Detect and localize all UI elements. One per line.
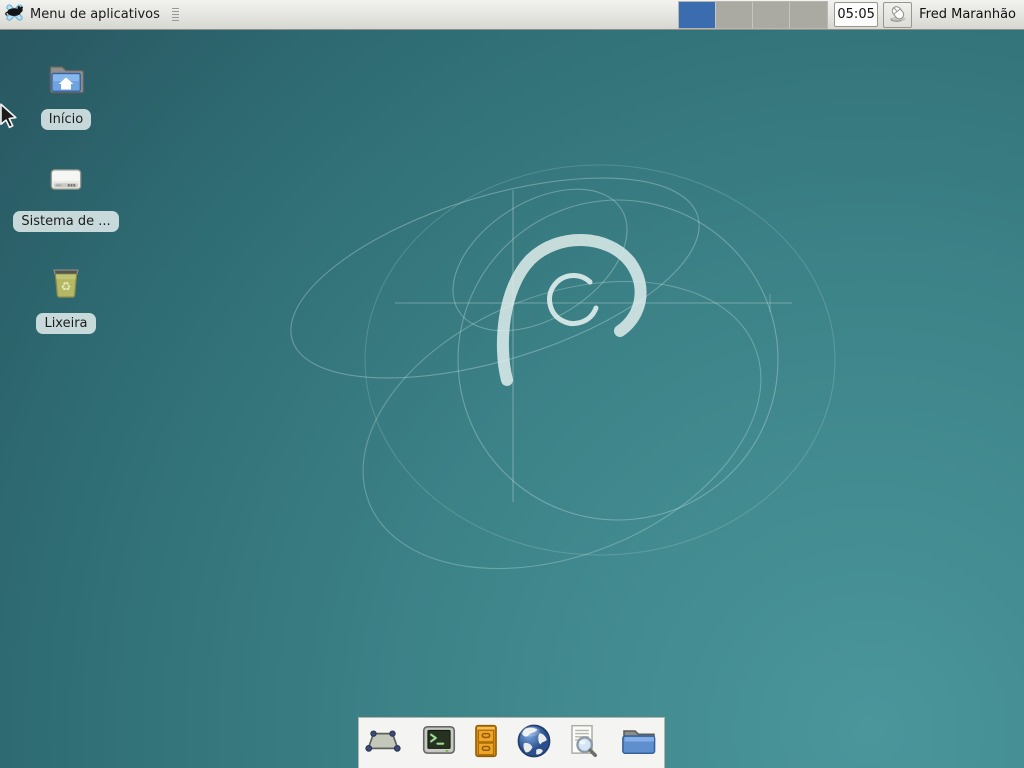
file-cabinet-button[interactable] <box>467 722 505 764</box>
top-panel: Menu de aplicativos 05:05 <box>0 0 1024 30</box>
applications-menu-label: Menu de aplicativos <box>30 7 160 22</box>
username-label[interactable]: Fred Maranhão <box>919 7 1016 22</box>
panel-grip-handle[interactable] <box>172 8 179 21</box>
desktop-icon-label: Lixeira <box>36 313 95 334</box>
show-desktop-icon <box>364 722 402 764</box>
file-cabinet-icon <box>467 722 505 764</box>
directory-menu-button[interactable] <box>619 722 659 764</box>
desktop-icon-label: Início <box>41 109 91 130</box>
applications-menu-button[interactable]: Menu de aplicativos <box>0 0 166 29</box>
desktop-icon-home[interactable]: Início <box>14 56 118 130</box>
globe-icon <box>514 721 554 765</box>
folder-icon <box>619 721 659 765</box>
application-finder-button[interactable] <box>563 722 601 764</box>
session-action-button[interactable] <box>883 2 912 28</box>
show-desktop-button[interactable] <box>364 722 402 764</box>
desktop-icon-filesystem[interactable]: Sistema de ... <box>14 158 118 232</box>
trash-can-icon: ♻ <box>44 260 88 308</box>
workspace-4[interactable] <box>790 2 827 28</box>
desktop-icon-label: Sistema de ... <box>13 211 118 232</box>
desktop-surface[interactable]: Início Sistema de ... <box>0 30 1024 768</box>
clock[interactable]: 05:05 <box>834 2 878 27</box>
filesystem-drive-icon <box>44 158 88 206</box>
terminal-icon <box>420 722 458 764</box>
workspace-1[interactable] <box>679 2 716 28</box>
dock-panel <box>358 717 665 768</box>
workspace-pager <box>678 1 828 29</box>
document-magnifier-icon <box>563 722 601 764</box>
wallpaper-lines-art <box>0 30 1024 768</box>
svg-text:♻: ♻ <box>61 279 72 293</box>
xfce-mouse-logo-icon <box>4 2 25 27</box>
computer-mouse-icon <box>887 2 909 28</box>
debian-swirl-icon <box>503 240 641 380</box>
web-browser-button[interactable] <box>514 722 554 764</box>
workspace-3[interactable] <box>753 2 790 28</box>
desktop-screen: Menu de aplicativos 05:05 <box>0 0 1024 768</box>
workspace-2[interactable] <box>716 2 753 28</box>
desktop-icon-trash[interactable]: ♻ Lixeira <box>14 260 118 334</box>
clock-time: 05:05 <box>837 7 874 22</box>
terminal-button[interactable] <box>420 722 458 764</box>
home-folder-icon <box>44 56 88 104</box>
